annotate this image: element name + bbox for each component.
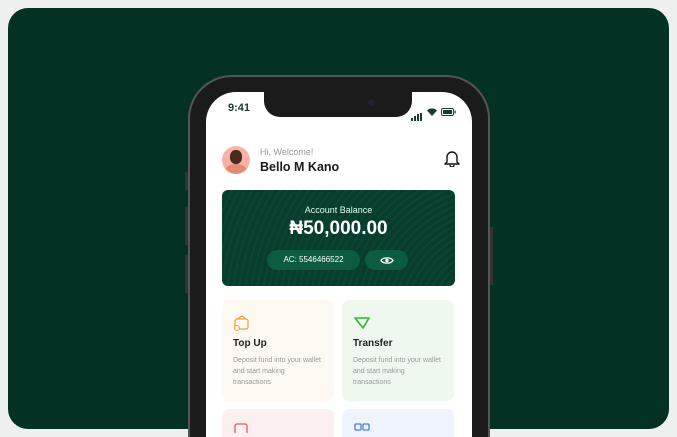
phone-side-button [490,227,493,285]
avatar[interactable] [222,146,250,174]
top-up-card[interactable]: Top Up Deposit fund into your wallet and… [222,300,334,401]
camera [368,99,375,106]
notch [264,92,412,117]
eye-icon [379,256,394,264]
top-up-description: Deposit fund into your wallet and start … [233,357,321,386]
top-up-title: Top Up [233,338,267,349]
status-icons [411,103,456,121]
card-icon [234,423,248,433]
account-number-pill[interactable]: AC: 5546466522 [267,250,360,270]
phone-side-button [185,255,188,293]
phone-side-button [185,172,188,190]
balance-label: Account Balance [304,205,373,215]
battery-icon [441,108,456,116]
greeting-text: Hi, Welcome! [260,147,314,157]
balance-card: Account Balance ₦50,000.00 AC: 554646652… [222,190,455,286]
phone-side-button [185,207,188,245]
action-card-4[interactable] [342,409,454,437]
phone-screen: 9:41 Hi, Welcome! Bello M Kano Account B… [206,92,472,437]
balance-amount: ₦50,000.00 [289,218,388,239]
bell-icon[interactable] [444,149,460,167]
transfer-description: Deposit fund into your wallet and start … [353,357,441,386]
signal-icon [411,103,423,121]
wallet-icon [233,315,249,332]
grid-icon [354,423,370,431]
send-icon [354,317,370,329]
toggle-visibility-button[interactable] [365,250,408,270]
wifi-icon [427,108,437,116]
phone-mockup: 9:41 Hi, Welcome! Bello M Kano Account B… [185,75,493,437]
action-card-3[interactable] [222,409,334,437]
transfer-card[interactable]: Transfer Deposit fund into your wallet a… [342,300,454,401]
transfer-title: Transfer [353,338,393,349]
background-panel: 9:41 Hi, Welcome! Bello M Kano Account B… [8,8,669,437]
user-name: Bello M Kano [260,160,340,174]
status-time: 9:41 [228,102,251,114]
